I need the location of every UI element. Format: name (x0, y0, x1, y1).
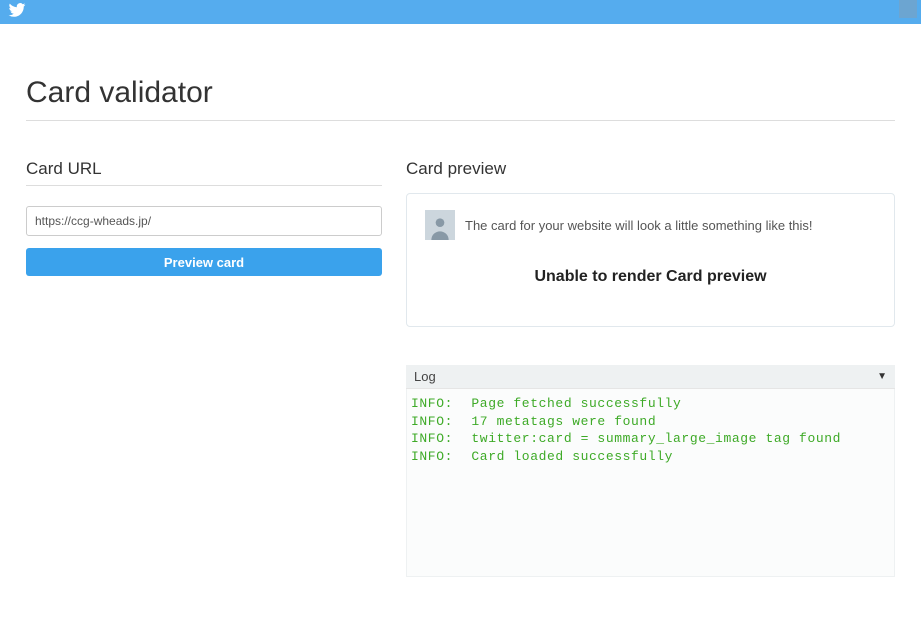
preview-hint-text: The card for your website will look a li… (465, 218, 813, 233)
log-line: INFO: Page fetched successfully (411, 395, 890, 413)
log-line: INFO: Card loaded successfully (411, 448, 890, 466)
page-title: Card validator (26, 76, 895, 121)
twitter-bird-icon (8, 3, 26, 22)
top-nav-bar (0, 0, 921, 24)
log-body: INFO: Page fetched successfullyINFO: 17 … (406, 389, 895, 577)
avatar-placeholder-icon (425, 210, 455, 240)
log-line: INFO: 17 metatags were found (411, 413, 890, 431)
card-url-label: Card URL (26, 159, 382, 186)
card-preview-box: The card for your website will look a li… (406, 193, 895, 327)
log-header[interactable]: Log ▼ (406, 365, 895, 389)
card-url-input[interactable] (26, 206, 382, 236)
preview-card-button[interactable]: Preview card (26, 248, 382, 276)
topbar-right-icon (899, 0, 917, 18)
card-preview-label: Card preview (406, 159, 895, 185)
log-label: Log (414, 369, 436, 384)
preview-error-text: Unable to render Card preview (425, 268, 876, 286)
log-line: INFO: twitter:card = summary_large_image… (411, 430, 890, 448)
chevron-down-icon: ▼ (877, 371, 887, 382)
